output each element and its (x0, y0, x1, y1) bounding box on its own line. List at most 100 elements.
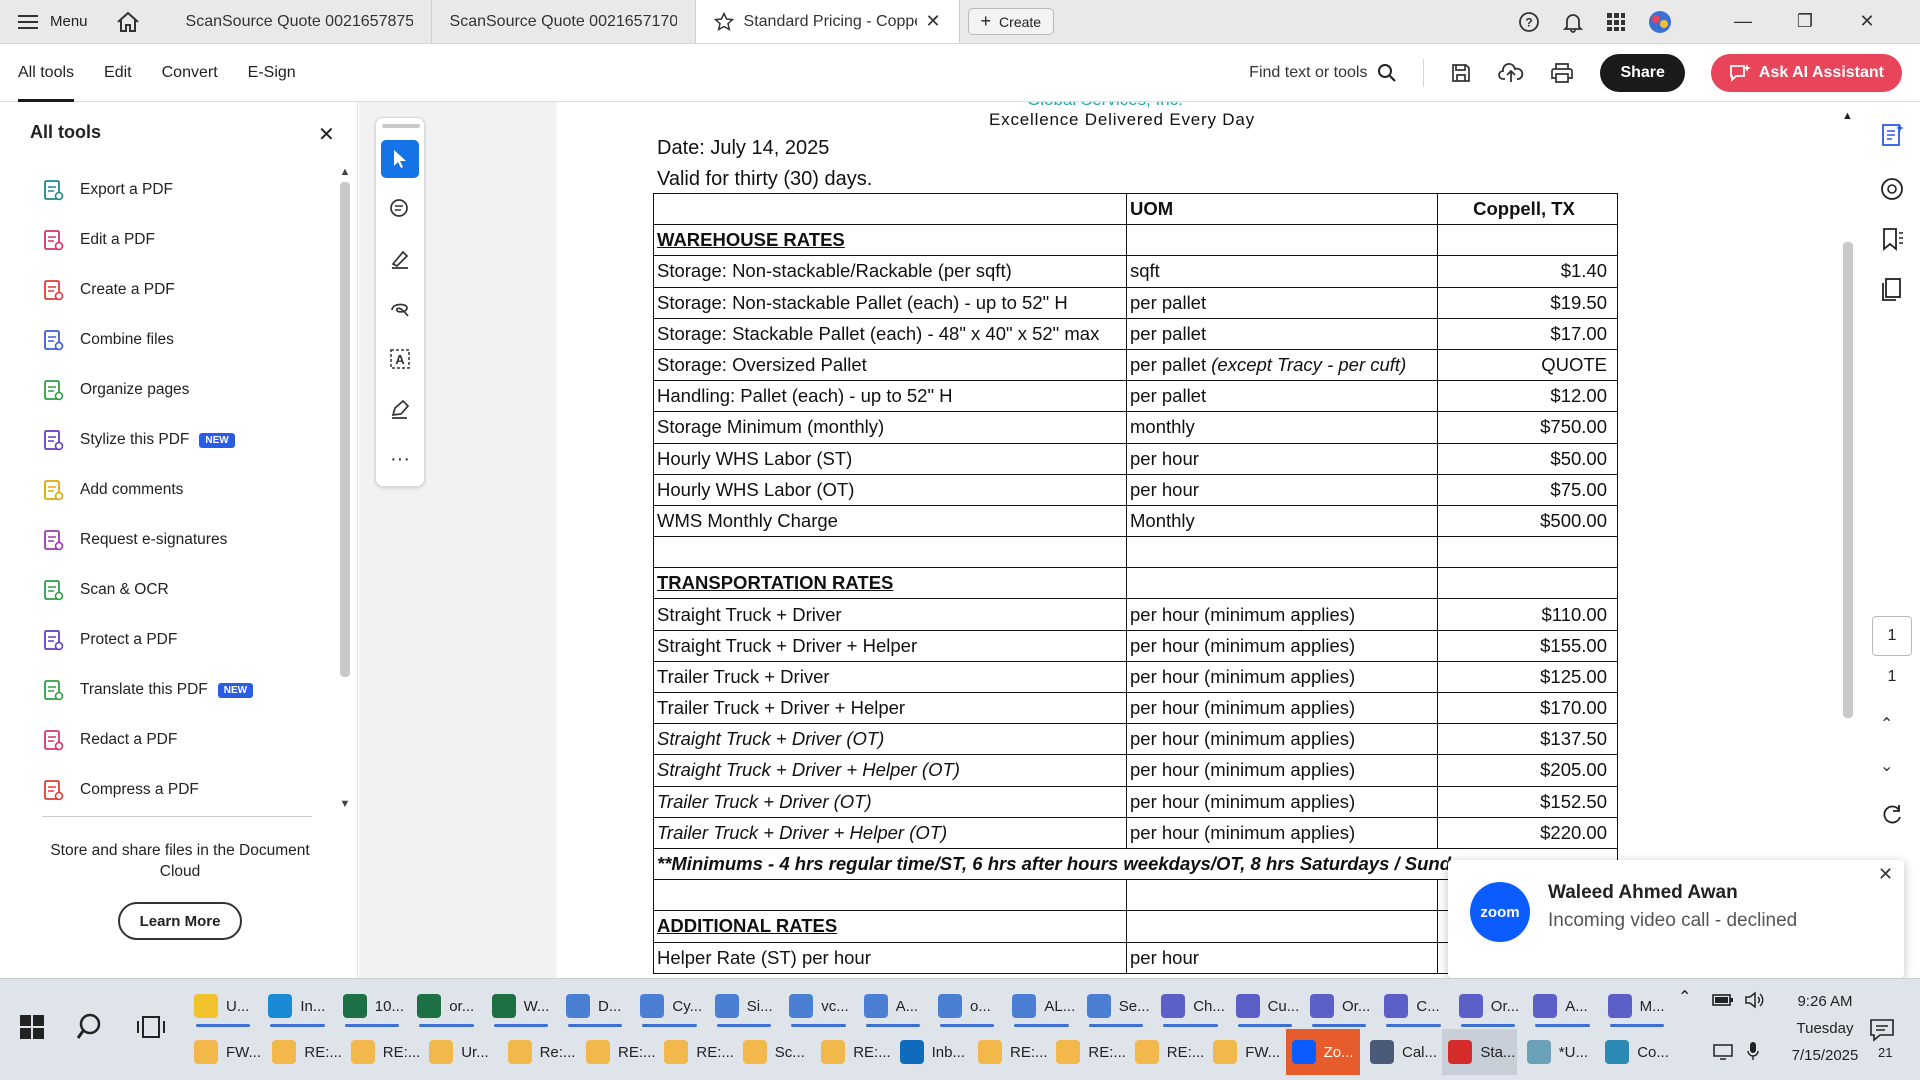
avatar[interactable] (1648, 10, 1672, 34)
taskbar-item-teams[interactable]: C... (1378, 983, 1448, 1029)
tool-compress-pdf[interactable]: Compress a PDF (0, 765, 330, 815)
comments-panel-icon[interactable] (1879, 176, 1905, 202)
taskbar-item-excel[interactable]: or... (411, 983, 481, 1029)
find-text-or-tools[interactable]: Find text or tools (1249, 63, 1397, 83)
tool-create-pdf[interactable]: Create a PDF (0, 265, 330, 315)
taskbar-item-teams[interactable]: M... (1602, 983, 1672, 1029)
refresh-icon[interactable] (1879, 802, 1905, 828)
volume-icon[interactable] (1744, 991, 1766, 1009)
taskbar-item-mail[interactable]: Ur... (423, 1029, 497, 1075)
tool-add-comments[interactable]: Add comments (0, 465, 330, 515)
taskbar-item-calculator[interactable]: Cal... (1364, 1029, 1438, 1075)
taskbar-item-app[interactable]: Co... (1599, 1029, 1673, 1075)
taskbar-item-excel[interactable]: 10... (337, 983, 407, 1029)
tool-stylize-pdf[interactable]: Stylize this PDF NEW (0, 415, 330, 465)
rail-grip[interactable] (382, 124, 420, 128)
taskbar-item-mail[interactable]: RE:... (1129, 1029, 1204, 1075)
apps-grid-icon[interactable] (1606, 12, 1626, 32)
windows-start-icon[interactable] (14, 1009, 50, 1045)
taskbar-item-acrobat[interactable]: Sta... (1442, 1029, 1517, 1075)
tool-edit-pdf[interactable]: Edit a PDF (0, 215, 330, 265)
taskbar-search-icon[interactable] (74, 1009, 110, 1045)
taskbar-item-teams[interactable]: Ch... (1155, 983, 1225, 1029)
bell-icon[interactable] (1562, 11, 1584, 33)
clock-date[interactable]: 7/15/2025 (1780, 1047, 1870, 1064)
tool-scan-ocr[interactable]: Scan & OCR (0, 565, 330, 615)
close-notification-icon[interactable]: ✕ (1878, 864, 1893, 885)
bookmarks-icon[interactable] (1879, 226, 1905, 252)
learn-more-button[interactable]: Learn More (118, 902, 242, 940)
current-page-field[interactable]: 1 (1872, 616, 1912, 656)
taskbar-item-teams[interactable]: Cu... (1230, 983, 1300, 1029)
close-tab-icon[interactable]: ✕ (925, 11, 940, 32)
taskbar-item-mail[interactable]: RE:... (972, 1029, 1048, 1075)
taskbar-item-zoom[interactable]: Zo... (1285, 1029, 1360, 1075)
close-panel-icon[interactable]: ✕ (318, 122, 335, 147)
tool-protect-pdf[interactable]: Protect a PDF (0, 615, 330, 665)
panel-scrollbar[interactable]: ▲ ▼ (337, 162, 353, 810)
tool-combine-files[interactable]: Combine files (0, 315, 330, 365)
task-view-icon[interactable] (133, 1009, 169, 1045)
star-icon[interactable] (713, 11, 734, 32)
tool-redact-pdf[interactable]: Redact a PDF (0, 715, 330, 765)
tab-standard-pricing[interactable]: Standard Pricing - Coppe... ✕ (695, 0, 960, 43)
network-icon[interactable] (1712, 1043, 1734, 1061)
tab-scansource-quote-2[interactable]: ScanSource Quote 0021657170 (... (432, 0, 696, 43)
taskbar-item-file-explorer[interactable]: U... (188, 983, 258, 1029)
taskbar-item-mail[interactable]: Re:... (502, 1029, 576, 1075)
scroll-up-icon[interactable]: ▲ (1842, 110, 1853, 122)
taskbar-item-chrome[interactable]: Se... (1081, 983, 1151, 1029)
highlight-tool-button[interactable] (381, 240, 419, 278)
taskbar-item-notepad[interactable]: *U... (1521, 1029, 1595, 1075)
tool-export-pdf[interactable]: Export a PDF (0, 165, 330, 215)
taskbar-item-excel[interactable]: W... (486, 983, 556, 1029)
taskbar-item-mail[interactable]: Sc... (737, 1029, 811, 1075)
create-button[interactable]: + Create (967, 8, 1055, 35)
menu-edit[interactable]: Edit (104, 44, 132, 102)
zoom-call-notification[interactable]: zoom Waleed Ahmed Awan Incoming video ca… (1448, 860, 1904, 978)
page-thumbnails-icon[interactable] (1879, 276, 1905, 302)
next-page-icon[interactable]: ⌄ (1880, 756, 1893, 776)
clock-day[interactable]: Tuesday (1780, 1020, 1870, 1037)
tab-scansource-quote-1[interactable]: ScanSource Quote 0021657875.p... (168, 0, 432, 43)
microphone-icon[interactable] (1746, 1041, 1760, 1061)
taskbar-item-edge[interactable]: In... (262, 983, 332, 1029)
taskbar-item-chrome[interactable]: Si... (709, 983, 779, 1029)
restore-icon[interactable]: ❐ (1774, 11, 1836, 32)
taskbar-item-mail[interactable]: RE:... (345, 1029, 420, 1075)
menu-convert[interactable]: Convert (162, 44, 218, 102)
sign-tool-button[interactable] (381, 390, 419, 428)
share-button[interactable]: Share (1600, 53, 1685, 92)
taskbar-item-mail[interactable]: RE:... (1050, 1029, 1126, 1075)
select-tool-button[interactable] (381, 140, 419, 178)
taskbar-item-mail[interactable]: RE:... (658, 1029, 734, 1075)
ask-ai-assistant-button[interactable]: Ask AI Assistant (1710, 53, 1902, 92)
print-icon[interactable] (1550, 62, 1574, 84)
close-window-icon[interactable]: ✕ (1836, 11, 1898, 32)
taskbar-item-outlook[interactable]: Inb... (894, 1029, 968, 1075)
taskbar-item-teams[interactable]: Or... (1453, 983, 1523, 1029)
more-tools-button[interactable]: ··· (381, 440, 419, 478)
taskbar-item-mail[interactable]: RE:... (580, 1029, 656, 1075)
taskbar-item-chrome[interactable]: vc... (783, 983, 853, 1029)
tool-organize-pages[interactable]: Organize pages (0, 365, 330, 415)
document-viewport[interactable]: Global Services, Inc. Excellence Deliver… (557, 102, 1722, 978)
save-icon[interactable] (1450, 62, 1472, 84)
draw-tool-button[interactable] (381, 290, 419, 328)
menu-esign[interactable]: E-Sign (248, 44, 296, 102)
upload-cloud-icon[interactable] (1498, 62, 1524, 84)
tool-translate-pdf[interactable]: Translate this PDF NEW (0, 665, 330, 715)
clock-time[interactable]: 9:26 AM (1780, 993, 1870, 1010)
taskbar-item-chrome[interactable]: AL... (1006, 983, 1076, 1029)
taskbar-item-mail[interactable]: FW... (1207, 1029, 1281, 1075)
document-ai-icon[interactable] (1879, 122, 1905, 148)
taskbar-item-teams[interactable]: Or... (1304, 983, 1374, 1029)
add-comment-tool-button[interactable] (381, 190, 419, 228)
taskbar-item-mail[interactable]: RE:... (266, 1029, 342, 1075)
menu-button[interactable]: Menu (0, 0, 106, 43)
scroll-up-icon[interactable]: ▲ (337, 166, 353, 178)
scrollbar-thumb[interactable] (1843, 242, 1853, 718)
taskbar-item-chrome[interactable]: D... (560, 983, 630, 1029)
taskbar-item-mail[interactable]: FW... (188, 1029, 262, 1075)
help-icon[interactable]: ? (1518, 11, 1540, 33)
